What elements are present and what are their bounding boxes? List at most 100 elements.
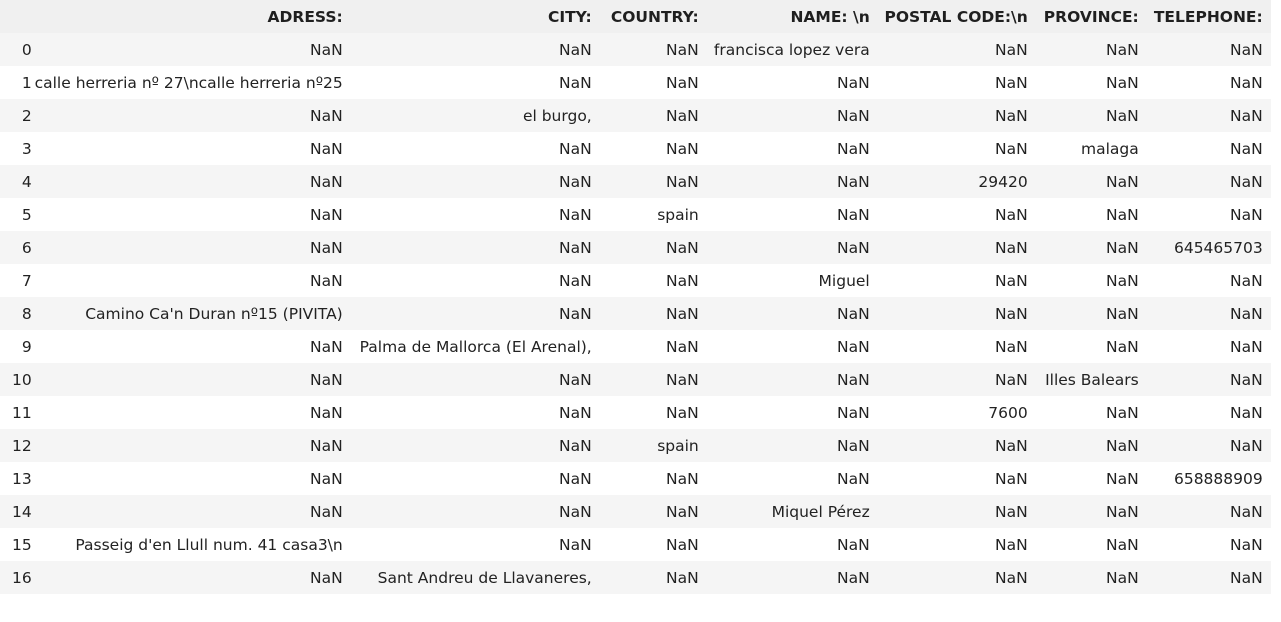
cell-province: Illes Balears <box>1035 363 1147 396</box>
dataframe-table: ADRESS: CITY: COUNTRY: NAME: \n POSTAL C… <box>0 0 1271 594</box>
cell-adress: NaN <box>31 165 351 198</box>
cell-country: NaN <box>599 66 707 99</box>
cell-country: spain <box>599 198 707 231</box>
cell-name: NaN <box>706 99 878 132</box>
cell-telephone: NaN <box>1146 165 1271 198</box>
cell-postal-code: NaN <box>877 429 1036 462</box>
table-row: 10 NaN NaN NaN NaN NaN Illes Balears NaN <box>0 363 1271 396</box>
table-row: 3 NaN NaN NaN NaN NaN malaga NaN <box>0 132 1271 165</box>
column-header-postal-code: POSTAL CODE:\n <box>877 0 1036 33</box>
cell-name: NaN <box>706 198 878 231</box>
row-index: 3 <box>0 132 32 165</box>
column-header-city: CITY: <box>350 0 600 33</box>
cell-telephone: NaN <box>1146 330 1271 363</box>
cell-postal-code: NaN <box>877 132 1036 165</box>
cell-province: NaN <box>1035 198 1147 231</box>
table-header: ADRESS: CITY: COUNTRY: NAME: \n POSTAL C… <box>0 0 1271 33</box>
row-index: 16 <box>0 561 32 594</box>
cell-province: NaN <box>1035 297 1147 330</box>
cell-postal-code: NaN <box>877 528 1036 561</box>
cell-country: NaN <box>599 495 707 528</box>
cell-name: NaN <box>706 165 878 198</box>
cell-country: NaN <box>599 99 707 132</box>
cell-country: NaN <box>599 231 707 264</box>
cell-postal-code: NaN <box>877 33 1036 66</box>
cell-telephone: NaN <box>1146 528 1271 561</box>
cell-postal-code: NaN <box>877 561 1036 594</box>
cell-adress: Passeig d'en Llull num. 41 casa3\n <box>31 528 351 561</box>
cell-adress: NaN <box>31 264 351 297</box>
cell-province: NaN <box>1035 396 1147 429</box>
cell-province: NaN <box>1035 528 1147 561</box>
cell-province: NaN <box>1035 462 1147 495</box>
cell-telephone: NaN <box>1146 66 1271 99</box>
column-header-name: NAME: \n <box>706 0 878 33</box>
column-header-country: COUNTRY: <box>599 0 707 33</box>
cell-telephone: NaN <box>1146 495 1271 528</box>
table-row: 12 NaN NaN spain NaN NaN NaN NaN <box>0 429 1271 462</box>
cell-city: NaN <box>350 66 600 99</box>
cell-city: NaN <box>350 231 600 264</box>
cell-adress: Camino Ca'n Duran nº15 (PIVITA) <box>31 297 351 330</box>
cell-postal-code: NaN <box>877 462 1036 495</box>
cell-adress: NaN <box>31 99 351 132</box>
cell-adress: NaN <box>31 231 351 264</box>
cell-country: NaN <box>599 165 707 198</box>
cell-name: NaN <box>706 363 878 396</box>
cell-telephone: NaN <box>1146 429 1271 462</box>
cell-province: NaN <box>1035 66 1147 99</box>
cell-city: NaN <box>350 297 600 330</box>
header-row: ADRESS: CITY: COUNTRY: NAME: \n POSTAL C… <box>0 0 1271 33</box>
cell-province: NaN <box>1035 99 1147 132</box>
row-index: 7 <box>0 264 32 297</box>
cell-postal-code: 29420 <box>877 165 1036 198</box>
cell-name: NaN <box>706 462 878 495</box>
cell-city: NaN <box>350 429 600 462</box>
cell-name: NaN <box>706 528 878 561</box>
table-row: 15 Passeig d'en Llull num. 41 casa3\n NaN N… <box>0 528 1271 561</box>
column-header-telephone: TELEPHONE: <box>1146 0 1271 33</box>
cell-name: francisca lopez vera <box>706 33 878 66</box>
cell-country: NaN <box>599 363 707 396</box>
cell-province: NaN <box>1035 429 1147 462</box>
cell-city: NaN <box>350 198 600 231</box>
cell-postal-code: NaN <box>877 231 1036 264</box>
cell-province: NaN <box>1035 165 1147 198</box>
cell-telephone: NaN <box>1146 198 1271 231</box>
cell-name: NaN <box>706 132 878 165</box>
row-index: 15 <box>0 528 32 561</box>
cell-name: NaN <box>706 429 878 462</box>
cell-postal-code: NaN <box>877 297 1036 330</box>
cell-adress: NaN <box>31 462 351 495</box>
cell-province: NaN <box>1035 495 1147 528</box>
table-row: 14 NaN NaN NaN Miquel Pérez NaN NaN NaN <box>0 495 1271 528</box>
table-row: 11 NaN NaN NaN NaN 7600 NaN NaN <box>0 396 1271 429</box>
cell-province: NaN <box>1035 264 1147 297</box>
cell-country: NaN <box>599 462 707 495</box>
cell-adress: NaN <box>31 132 351 165</box>
cell-country: NaN <box>599 561 707 594</box>
cell-country: NaN <box>599 264 707 297</box>
cell-postal-code: NaN <box>877 66 1036 99</box>
cell-adress: NaN <box>31 429 351 462</box>
row-index: 10 <box>0 363 32 396</box>
row-index: 13 <box>0 462 32 495</box>
cell-province: NaN <box>1035 330 1147 363</box>
cell-adress: NaN <box>31 330 351 363</box>
cell-city: NaN <box>350 363 600 396</box>
cell-city: NaN <box>350 165 600 198</box>
cell-name: NaN <box>706 330 878 363</box>
row-index: 2 <box>0 99 32 132</box>
cell-adress: NaN <box>31 561 351 594</box>
index-header <box>0 0 32 33</box>
table-row: 2 NaN el burgo, NaN NaN NaN NaN NaN <box>0 99 1271 132</box>
cell-city: NaN <box>350 396 600 429</box>
cell-telephone: NaN <box>1146 561 1271 594</box>
cell-province: NaN <box>1035 561 1147 594</box>
table-row: 5 NaN NaN spain NaN NaN NaN NaN <box>0 198 1271 231</box>
row-index: 8 <box>0 297 32 330</box>
row-index: 4 <box>0 165 32 198</box>
cell-province: NaN <box>1035 33 1147 66</box>
cell-city: NaN <box>350 264 600 297</box>
cell-postal-code: NaN <box>877 363 1036 396</box>
